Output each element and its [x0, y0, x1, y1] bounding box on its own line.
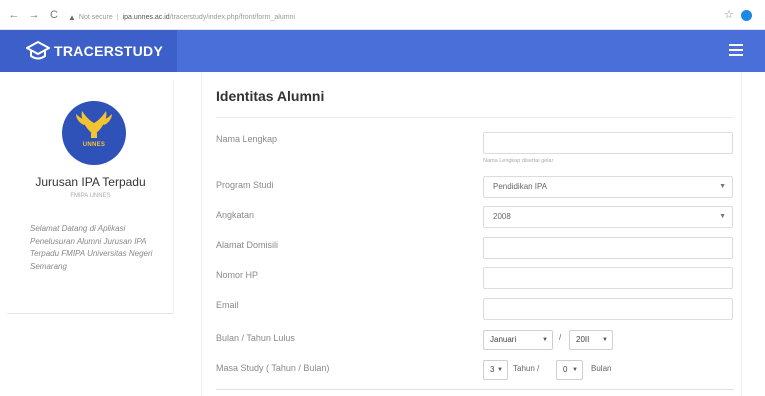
masa-months-select[interactable]: 0 ▼ [556, 360, 583, 380]
angkatan-value: 2008 [493, 212, 511, 221]
nama-help: Nama Lengkap disertai gelar [483, 158, 554, 164]
back-button[interactable]: ← [8, 9, 20, 21]
app-header: TRACER STUDY [0, 30, 765, 72]
brand-suffix: STUDY [114, 43, 164, 59]
lulus-month-select[interactable]: Januari ▼ [483, 330, 553, 350]
prodi-label: Program Studi [216, 180, 274, 190]
brand-logo[interactable]: TRACER STUDY [0, 30, 177, 72]
bird-emblem-icon [76, 111, 112, 138]
address-bar[interactable]: ▲ Not secure | ipa.unnes.ac.id /tracerst… [68, 11, 295, 23]
form-bottom-divider [216, 389, 734, 390]
welcome-text: Selamat Datang di Aplikasi Penelusuran A… [30, 224, 153, 271]
masa-months-unit: Bulan [591, 364, 612, 373]
email-label: Email [216, 300, 239, 310]
nama-label: Nama Lengkap [216, 134, 278, 144]
hp-label: Nomor HP [216, 270, 259, 280]
title-divider [216, 117, 734, 118]
email-input[interactable] [483, 298, 733, 320]
alumni-form-card: Identitas Alumni Nama Lengkap Nama Lengk… [201, 72, 742, 396]
address-domain: ipa.unnes.ac.id [122, 13, 170, 21]
angkatan-label: Angkatan [216, 210, 255, 220]
lulus-month-value: Januari [490, 335, 517, 344]
lulus-label: Bulan / Tahun Lulus [216, 333, 295, 343]
masa-years-select[interactable]: 3 ▼ [483, 360, 508, 380]
bookmark-star-icon[interactable]: ☆ [724, 9, 734, 21]
lulus-year-value: 20II [576, 335, 590, 344]
hp-input[interactable] [483, 267, 733, 289]
lulus-separator: / [559, 333, 562, 342]
prodi-select[interactable]: Pendidikan IPA ▼ [483, 176, 733, 198]
chevron-down-icon: ▼ [602, 337, 608, 343]
chevron-down-icon: ▼ [719, 213, 726, 220]
chevron-down-icon: ▼ [497, 367, 503, 373]
address-separator: | [116, 13, 119, 21]
reload-button[interactable]: C [48, 9, 60, 21]
masa-years-unit: Tahun / [513, 364, 540, 373]
chevron-down-icon: ▼ [719, 183, 726, 190]
chevron-down-icon: ▼ [542, 337, 548, 343]
warning-icon: ▲ [68, 12, 76, 22]
browser-toolbar: ← → C ▲ Not secure | ipa.unnes.ac.id /tr… [0, 0, 765, 30]
prodi-value: Pendidikan IPA [493, 182, 548, 191]
forward-button[interactable]: → [28, 9, 40, 21]
department-name: Jurusan IPA Terpadu [35, 175, 146, 189]
alamat-label: Alamat Domisili [216, 240, 279, 250]
profile-icon[interactable] [741, 10, 752, 21]
graduation-cap-icon [26, 40, 50, 60]
unnes-logo: UNNES [62, 101, 126, 165]
security-label: Not secure [78, 13, 113, 21]
angkatan-select[interactable]: 2008 ▼ [483, 206, 733, 228]
logo-text: UNNES [82, 142, 106, 148]
masa-years-value: 3 [490, 365, 495, 374]
form-title: Identitas Alumni [216, 88, 325, 104]
nama-input[interactable] [483, 132, 733, 154]
faculty-name: FMIPA UNNES [70, 193, 111, 199]
sidebar: UNNES Jurusan IPA Terpadu FMIPA UNNES Se… [7, 80, 174, 314]
chevron-down-icon: ▼ [572, 367, 578, 373]
alamat-input[interactable] [483, 237, 733, 259]
masa-label: Masa Study ( Tahun / Bulan) [216, 363, 330, 373]
address-path: /tracerstudy/index.php/front/form_alumni [169, 13, 295, 21]
lulus-year-select[interactable]: 20II ▼ [569, 330, 613, 350]
masa-months-value: 0 [563, 365, 568, 374]
hamburger-menu-icon[interactable] [729, 44, 743, 56]
brand-prefix: TRACER [54, 43, 115, 59]
